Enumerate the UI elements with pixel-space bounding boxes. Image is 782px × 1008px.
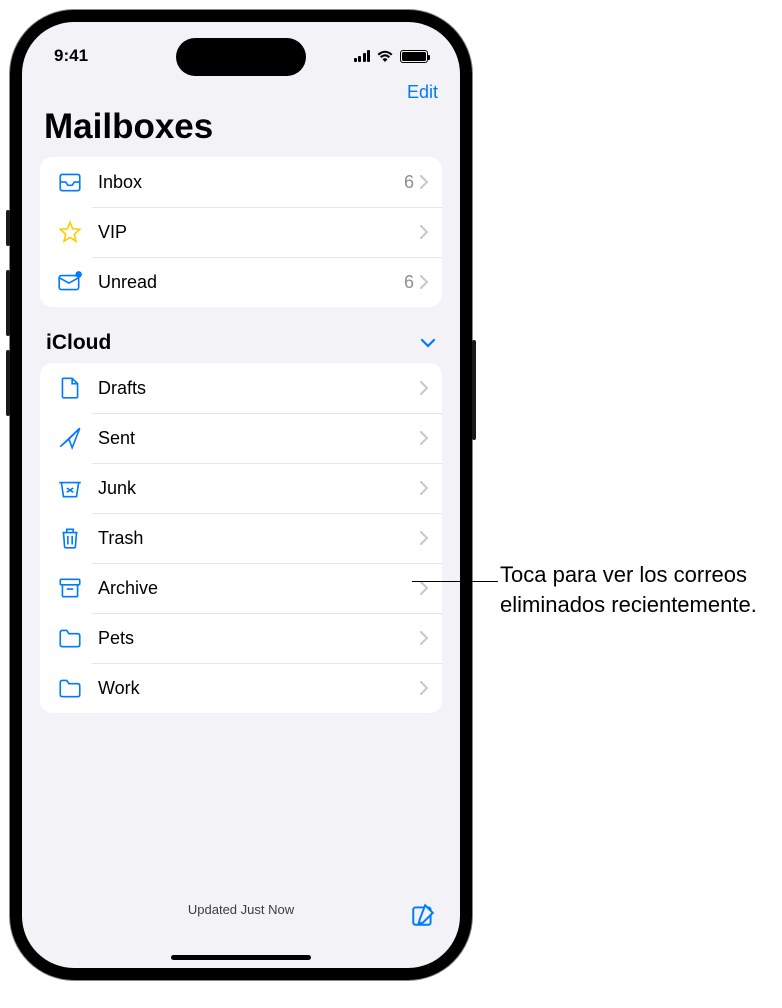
folder-icon <box>56 674 84 702</box>
chevron-right-icon <box>420 481 428 495</box>
star-icon <box>56 218 84 246</box>
dynamic-island <box>176 38 306 76</box>
icloud-folders-group: Drafts Sent Junk <box>40 363 442 713</box>
chevron-right-icon <box>420 631 428 645</box>
mailbox-unread[interactable]: Unread 6 <box>40 257 442 307</box>
folder-label: Drafts <box>98 378 420 399</box>
folder-icon <box>56 624 84 652</box>
chevron-right-icon <box>420 275 428 289</box>
callout-text: Toca para ver los correos eliminados rec… <box>500 560 770 619</box>
screen: 9:41 Edit Mailboxes <box>22 22 460 968</box>
chevron-right-icon <box>420 681 428 695</box>
mailbox-count: 6 <box>404 272 414 293</box>
compose-button[interactable] <box>410 902 436 931</box>
folder-label: Work <box>98 678 420 699</box>
callout-line <box>412 581 498 582</box>
mailbox-label: VIP <box>98 222 420 243</box>
mailbox-vip[interactable]: VIP <box>40 207 442 257</box>
folder-sent[interactable]: Sent <box>40 413 442 463</box>
account-header-icloud[interactable]: iCloud <box>40 307 442 363</box>
phone-frame: 9:41 Edit Mailboxes <box>10 10 472 980</box>
content: Inbox 6 VIP Unread 6 <box>22 157 460 886</box>
chevron-right-icon <box>420 531 428 545</box>
sent-icon <box>56 424 84 452</box>
side-button <box>472 340 476 440</box>
drafts-icon <box>56 374 84 402</box>
compose-icon <box>410 902 436 928</box>
sync-status: Updated Just Now <box>22 902 460 917</box>
folder-work[interactable]: Work <box>40 663 442 713</box>
unread-icon <box>56 268 84 296</box>
volume-up-button <box>6 270 10 336</box>
chevron-right-icon <box>420 431 428 445</box>
chevron-right-icon <box>420 175 428 189</box>
folder-archive[interactable]: Archive <box>40 563 442 613</box>
page-title: Mailboxes <box>22 103 460 157</box>
mailbox-inbox[interactable]: Inbox 6 <box>40 157 442 207</box>
folder-drafts[interactable]: Drafts <box>40 363 442 413</box>
favorites-group: Inbox 6 VIP Unread 6 <box>40 157 442 307</box>
folder-label: Archive <box>98 578 420 599</box>
chevron-down-icon <box>420 338 436 348</box>
chevron-right-icon <box>420 581 428 595</box>
mailbox-label: Unread <box>98 272 404 293</box>
chevron-right-icon <box>420 381 428 395</box>
folder-label: Pets <box>98 628 420 649</box>
status-indicators <box>354 50 429 63</box>
section-title: iCloud <box>46 331 111 355</box>
nav-bar: Edit <box>22 76 460 103</box>
junk-icon <box>56 474 84 502</box>
wifi-icon <box>376 50 394 63</box>
archive-icon <box>56 574 84 602</box>
mailbox-count: 6 <box>404 172 414 193</box>
edit-button[interactable]: Edit <box>407 82 438 103</box>
home-indicator <box>171 955 311 960</box>
folder-label: Sent <box>98 428 420 449</box>
inbox-icon <box>56 168 84 196</box>
folder-junk[interactable]: Junk <box>40 463 442 513</box>
chevron-right-icon <box>420 225 428 239</box>
mailbox-label: Inbox <box>98 172 404 193</box>
status-time: 9:41 <box>54 46 88 66</box>
trash-icon <box>56 524 84 552</box>
folder-pets[interactable]: Pets <box>40 613 442 663</box>
volume-down-button <box>6 350 10 416</box>
folder-label: Trash <box>98 528 420 549</box>
silence-switch <box>6 210 10 246</box>
battery-icon <box>400 50 428 63</box>
folder-trash[interactable]: Trash <box>40 513 442 563</box>
folder-label: Junk <box>98 478 420 499</box>
cellular-signal-icon <box>354 50 371 62</box>
